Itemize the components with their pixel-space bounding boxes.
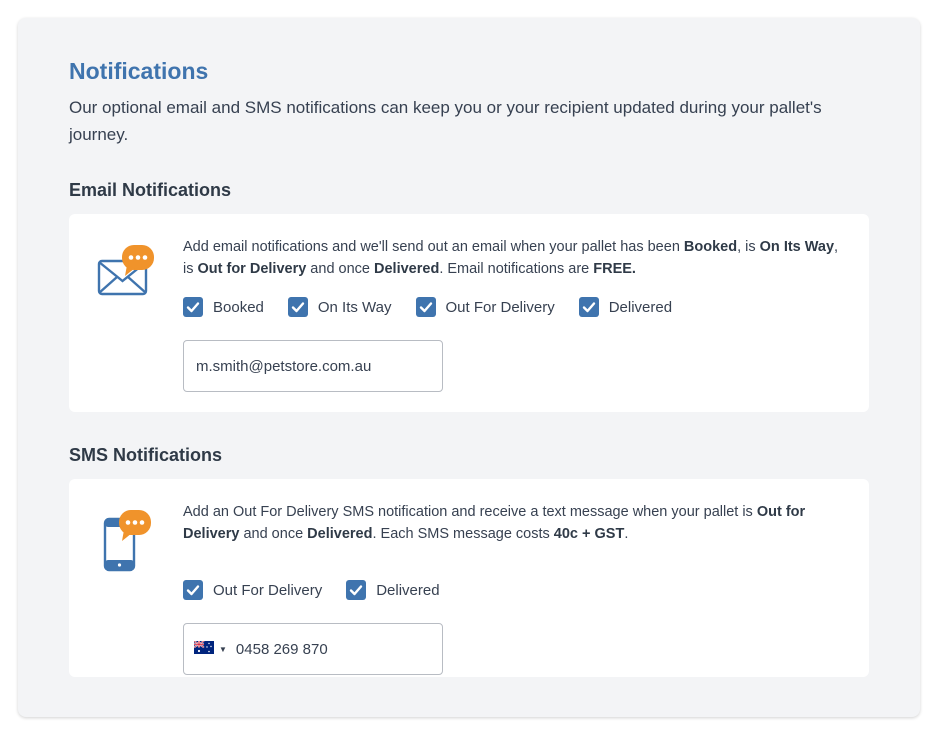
phone-chat-icon [103,509,153,578]
sms-option-delivered[interactable]: Delivered [346,580,440,600]
checkmark-icon[interactable] [578,297,599,317]
checkmark-icon[interactable] [183,297,203,317]
sms-option-label: Delivered [376,581,440,599]
checkmark-icon[interactable] [415,297,436,317]
sms-section-heading: SMS Notifications [69,445,223,465]
sms-option-label: Out For Delivery [213,581,323,599]
email-option-label: Booked [213,298,264,316]
email-option-label: Delivered [608,298,673,316]
checkmark-icon[interactable] [287,297,308,317]
email-input-value[interactable]: m.smith@petstore.com.au [196,358,371,375]
email-option-delivered[interactable]: Delivered [578,297,673,317]
email-option-out-for-delivery[interactable]: Out For Delivery [415,297,555,317]
email-option-label: Out For Delivery [445,298,555,316]
email-option-on-its-way[interactable]: On Its Way [287,297,392,317]
chevron-down-icon[interactable]: ▼ [219,645,227,654]
australia-flag-icon [193,639,214,658]
email-options: Booked On Its Way Out For Delivery Deliv… [183,297,672,317]
email-input[interactable]: m.smith@petstore.com.au [183,340,443,392]
sms-description: Add an Out For Delivery SMS notification… [183,504,806,542]
checkmark-icon[interactable] [183,580,203,600]
checkmark-icon[interactable] [346,580,367,600]
email-description: Add email notifications and we'll send o… [183,239,839,277]
email-section-heading: Email Notifications [69,180,232,200]
phone-input-value[interactable]: 0458 269 870 [236,641,328,658]
sms-option-out-for-delivery[interactable]: Out For Delivery [183,580,322,600]
email-option-label: On Its Way [317,298,392,316]
page-title: Notifications [69,58,209,84]
phone-input[interactable]: ▼ 0458 269 870 [183,623,443,675]
country-select[interactable]: ▼ [193,639,227,658]
notifications-panel: Notifications Our optional email and SMS… [18,18,920,717]
envelope-chat-icon [97,244,155,303]
intro-text: Our optional email and SMS notifications… [69,98,822,144]
sms-notifications-card: Add an Out For Delivery SMS notification… [69,479,869,677]
email-notifications-card: Add email notifications and we'll send o… [69,214,869,412]
sms-options: Out For Delivery Delivered [183,580,440,600]
email-option-booked[interactable]: Booked [183,297,264,317]
